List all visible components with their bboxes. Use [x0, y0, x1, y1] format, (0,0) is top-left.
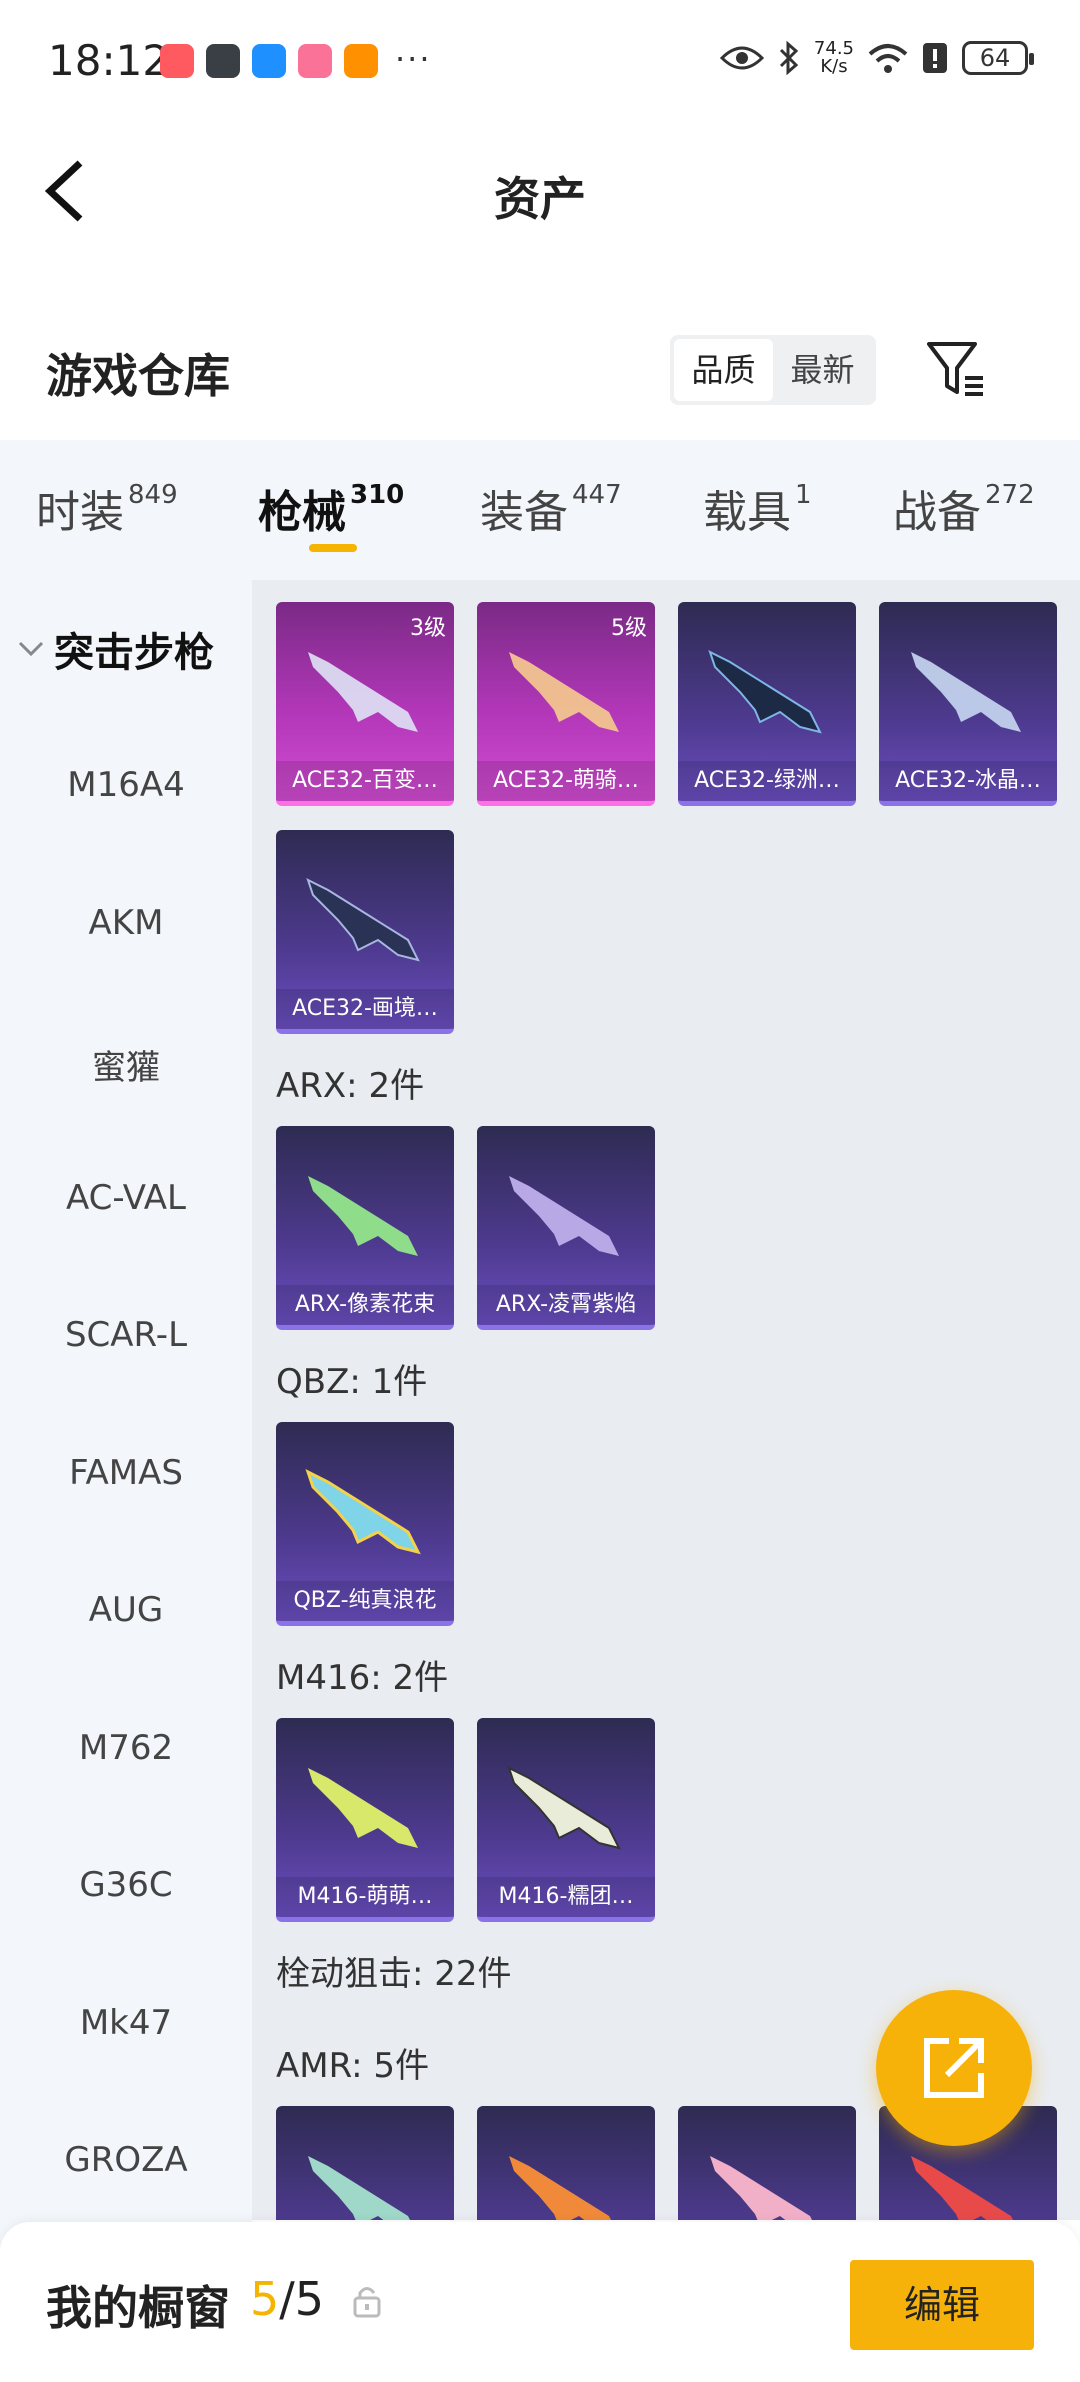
rifle-icon [509, 652, 619, 732]
skin-name: ARX-像素花束 [276, 1285, 454, 1325]
eye-icon [719, 46, 764, 70]
skin-name: M416-糯团… [477, 1877, 655, 1917]
category-item[interactable]: GROZA [0, 2140, 252, 2180]
bluetooth-app-icon [252, 44, 286, 78]
rifle-icon [509, 1176, 619, 1256]
group-label-qbz: QBZ: 1件 [276, 1362, 428, 1402]
section-title: 游戏仓库 [46, 349, 230, 403]
skin-name: ARX-凌霄紫焰 [477, 1285, 655, 1325]
tab-supplies[interactable]: 战备 272 [893, 476, 1035, 540]
avatar-app-icon [206, 44, 240, 78]
category-item[interactable]: Mk47 [0, 2003, 252, 2043]
skin-card[interactable]: ACE32-冰晶… [879, 602, 1057, 806]
skin-card[interactable]: ARX-凌霄紫焰 [477, 1126, 655, 1330]
more-notifications-icon: ··· [395, 40, 432, 78]
group-label-bolt-sniper: 栓动狙击: 22件 [276, 1954, 512, 1994]
skin-name: ACE32-画境… [276, 989, 454, 1029]
category-item[interactable]: M762 [0, 1728, 252, 1768]
rifle-icon [507, 1766, 621, 1850]
filter-icon[interactable] [925, 338, 987, 400]
rifle-icon [305, 1469, 421, 1555]
category-item[interactable]: 蜜獾 [0, 1040, 252, 1089]
notification-icons [160, 44, 378, 78]
battery-icon: 64 [962, 41, 1034, 75]
sort-toggle: 品质 最新 [670, 335, 876, 405]
category-item[interactable]: SCAR-L [0, 1315, 252, 1355]
category-item[interactable]: AKM [0, 903, 252, 943]
skin-card[interactable]: ACE32-绿洲… [678, 602, 856, 806]
share-icon [924, 2038, 984, 2098]
rifle-icon [308, 1176, 418, 1256]
status-time: 18:12 [48, 36, 170, 85]
category-item[interactable]: AUG [0, 1590, 252, 1630]
sort-quality-button[interactable]: 品质 [674, 339, 773, 401]
rifle-icon [911, 652, 1021, 732]
skin-card[interactable] [477, 2106, 655, 2220]
skin-name: ACE32-百变… [276, 761, 454, 801]
lock-icon [353, 2287, 381, 2318]
tab-equipment[interactable]: 装备 447 [480, 476, 622, 540]
category-item[interactable]: G36C [0, 1865, 252, 1905]
showcase-count: 5/5 [250, 2272, 325, 2326]
skin-name: QBZ-纯真浪花 [276, 1581, 454, 1621]
sort-newest-button[interactable]: 最新 [773, 339, 872, 401]
category-group-assault-rifle[interactable]: 突击步枪 [18, 620, 214, 678]
bluetooth-icon [779, 41, 799, 75]
skin-card[interactable]: ARX-像素花束 [276, 1126, 454, 1330]
rifle-icon [911, 2156, 1013, 2220]
skin-level: 5级 [611, 616, 647, 641]
skin-grid: 3级 ACE32-百变… 5级 ACE32-萌骑… ACE32-绿洲… ACE3… [252, 580, 1080, 2220]
category-item[interactable]: M16A4 [0, 765, 252, 805]
rifle-icon [308, 652, 418, 732]
skin-card[interactable]: M416-萌萌… [276, 1718, 454, 1922]
chevron-down-icon [18, 641, 44, 657]
category-tabs: 时装 849 枪械 310 装备 447 载具 1 战备 272 [0, 440, 1080, 580]
tab-indicator [309, 544, 357, 552]
rifle-icon [308, 2156, 410, 2220]
category-item[interactable]: AC-VAL [0, 1178, 252, 1218]
tab-guns[interactable]: 枪械 310 [258, 476, 404, 540]
rifle-icon [509, 2156, 611, 2220]
skin-card[interactable]: 3级 ACE32-百变… [276, 602, 454, 806]
weapon-category-list: 突击步枪 M16A4 AKM 蜜獾 AC-VAL SCAR-L FAMAS AU… [0, 580, 252, 2280]
alert-icon [923, 43, 947, 73]
bilibili-app-icon [298, 44, 332, 78]
skin-card[interactable]: 5级 ACE32-萌骑… [477, 602, 655, 806]
skin-card[interactable] [678, 2106, 856, 2220]
edit-button[interactable]: 编辑 [850, 2260, 1034, 2350]
skin-card[interactable]: M416-糯团… [477, 1718, 655, 1922]
page-title: 资产 [494, 172, 586, 226]
network-speed: 74.5 K/s [813, 38, 854, 77]
skin-name: ACE32-绿洲… [678, 761, 856, 801]
tab-outfit[interactable]: 时装 849 [36, 476, 178, 540]
status-bar: 18:12 ··· 74.5 K/s 64 [0, 0, 1080, 125]
skin-card[interactable]: QBZ-纯真浪花 [276, 1422, 454, 1626]
wifi-icon [868, 44, 908, 73]
group-label-amr: AMR: 5件 [276, 2046, 430, 2086]
skin-name: M416-萌萌… [276, 1877, 454, 1917]
group-label-m416: M416: 2件 [276, 1658, 449, 1698]
top-nav: 资产 [0, 125, 1080, 255]
tab-vehicles[interactable]: 载具 1 [703, 476, 812, 540]
skin-name: ACE32-萌骑… [477, 761, 655, 801]
skin-name: ACE32-冰晶… [879, 761, 1057, 801]
skin-card[interactable] [276, 2106, 454, 2220]
category-item[interactable]: FAMAS [0, 1453, 252, 1493]
showcase-bar: 我的橱窗 5/5 编辑 [0, 2222, 1080, 2382]
video-app-icon [344, 44, 378, 78]
rifle-icon [710, 2156, 812, 2220]
warehouse-header: 游戏仓库 品质 最新 [0, 300, 1080, 440]
rifle-icon [306, 878, 420, 962]
rifle-icon [708, 650, 822, 734]
group-label-arx: ARX: 2件 [276, 1066, 425, 1106]
share-button[interactable] [876, 1990, 1032, 2146]
skin-level: 3级 [410, 616, 446, 641]
rifle-icon [308, 1768, 418, 1848]
mail-app-icon [160, 44, 194, 78]
status-right: 74.5 K/s 64 [719, 38, 1034, 77]
showcase-title: 我的橱窗 [46, 2281, 230, 2335]
skin-card[interactable]: ACE32-画境… [276, 830, 454, 1034]
